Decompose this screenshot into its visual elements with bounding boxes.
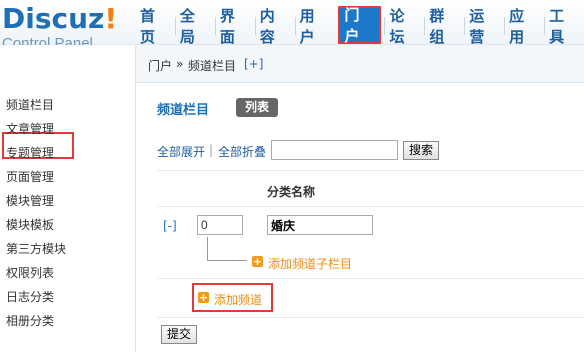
table-divider: [157, 317, 584, 318]
collapse-all-link[interactable]: 全部折叠: [218, 143, 266, 160]
breadcrumb: 门户 » 频道栏目 [+]: [136, 45, 584, 83]
top-navigation: 首页 全局 界面 内容 用户 门户 论坛 群组 运营 应用 工具: [135, 6, 584, 46]
link-separator: |: [209, 143, 214, 157]
table-divider: [157, 278, 584, 279]
add-sub-channel-link[interactable]: 添加频道子栏目: [268, 255, 352, 272]
sidebar-item-channel-columns[interactable]: 频道栏目: [6, 97, 54, 113]
sidebar-item-album-categories[interactable]: 相册分类: [6, 313, 54, 329]
search-input[interactable]: [271, 140, 398, 160]
header: Discuz! Control Panel 首页 全局 界面 内容 用户 门户 …: [0, 0, 584, 52]
sidebar-item-articles[interactable]: 文章管理: [6, 121, 54, 137]
breadcrumb-current: 频道栏目: [188, 59, 237, 73]
sidebar-item-block-templates[interactable]: 模块模板: [6, 217, 54, 233]
search-button[interactable]: 搜索: [403, 141, 439, 160]
breadcrumb-separator: »: [176, 57, 184, 71]
nav-home[interactable]: 首页: [135, 7, 175, 46]
category-name-input[interactable]: [267, 215, 373, 235]
breadcrumb-toggle[interactable]: [+]: [244, 57, 263, 71]
nav-apps[interactable]: 应用: [504, 7, 544, 46]
logo-mark: !: [104, 2, 118, 35]
nav-content[interactable]: 内容: [254, 7, 295, 46]
submit-button[interactable]: 提交: [161, 325, 197, 344]
nav-interface[interactable]: 界面: [214, 7, 255, 46]
nav-forum[interactable]: 论坛: [384, 7, 424, 46]
add-icon: +: [198, 291, 209, 304]
list-tab-button[interactable]: 列表: [236, 98, 278, 117]
column-header-category-name: 分类名称: [267, 185, 316, 199]
display-order-input[interactable]: [197, 215, 243, 235]
sidebar-item-pages[interactable]: 页面管理: [6, 169, 54, 185]
nav-groups[interactable]: 群组: [424, 7, 464, 46]
add-channel-link[interactable]: 添加频道: [214, 291, 262, 308]
sidebar-item-topics[interactable]: 专题管理: [6, 145, 54, 161]
logo-title: Discuz!: [2, 2, 118, 35]
table-divider: [157, 206, 584, 207]
tree-connector-vertical: [207, 237, 208, 260]
sidebar-item-log-categories[interactable]: 日志分类: [6, 289, 54, 305]
tree-connector-horizontal: [207, 260, 247, 261]
row-collapse-toggle[interactable]: [-]: [163, 219, 177, 233]
nav-portal[interactable]: 门户: [337, 6, 382, 45]
sidebar-item-third-party-blocks[interactable]: 第三方模块: [6, 241, 66, 257]
page-title: 频道栏目: [157, 103, 210, 118]
nav-users[interactable]: 用户: [294, 7, 335, 46]
nav-tools[interactable]: 工具: [544, 7, 584, 46]
nav-global[interactable]: 全局: [174, 7, 215, 46]
sidebar-item-blocks[interactable]: 模块管理: [6, 193, 54, 209]
table-divider: [157, 170, 584, 171]
expand-all-link[interactable]: 全部展开: [157, 143, 205, 160]
add-icon: +: [252, 255, 263, 268]
sidebar: 频道栏目 文章管理 专题管理 页面管理 模块管理 模块模板 第三方模块 权限列表…: [0, 45, 136, 352]
nav-operations[interactable]: 运营: [464, 7, 504, 46]
sidebar-item-permissions[interactable]: 权限列表: [6, 265, 54, 281]
breadcrumb-portal[interactable]: 门户: [148, 57, 172, 74]
